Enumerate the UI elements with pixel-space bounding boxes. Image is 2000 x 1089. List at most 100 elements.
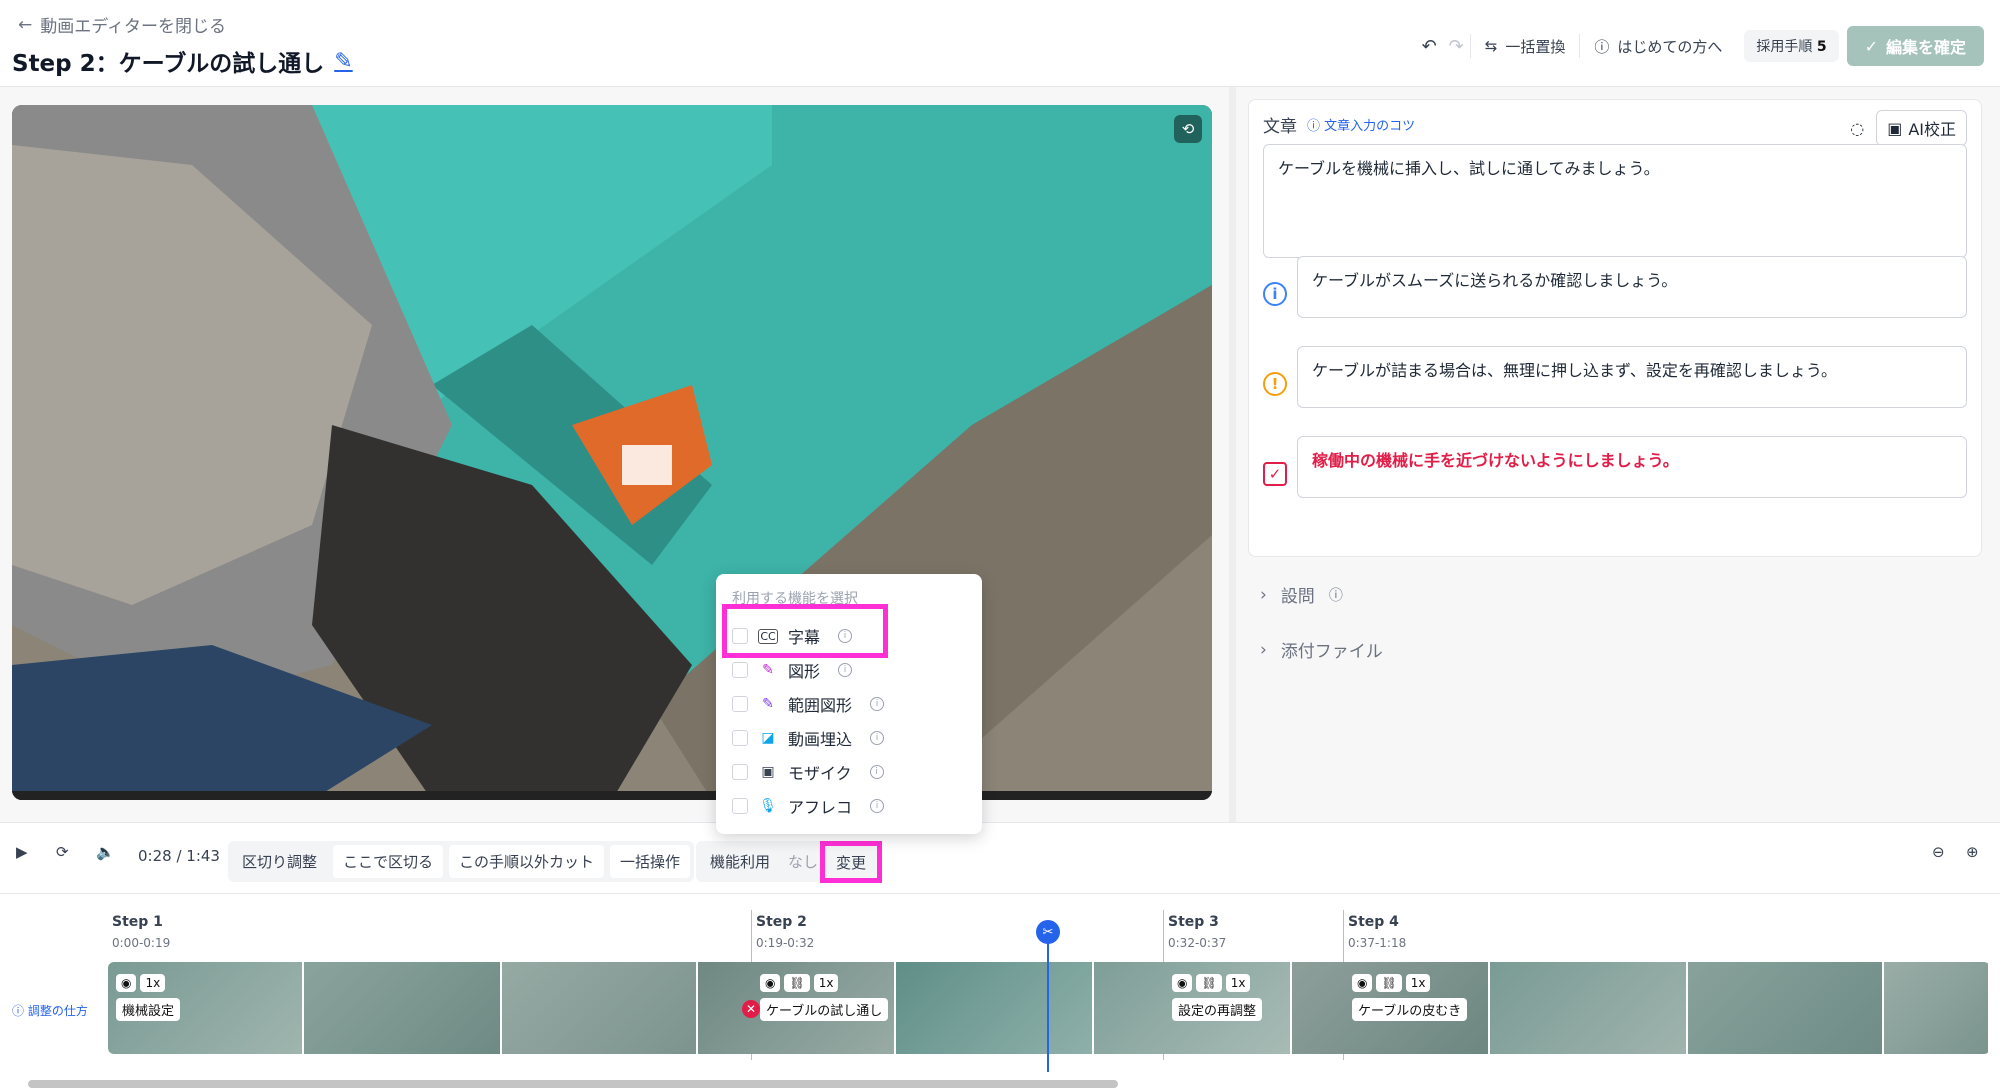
eye-icon[interactable]: ◉ — [760, 974, 781, 992]
checkbox[interactable] — [732, 798, 748, 814]
delete-split-icon[interactable]: ✕ — [742, 1000, 760, 1018]
warning-icon: ! — [1263, 372, 1287, 396]
feature-option-shape[interactable]: ✎ 図形 i — [732, 658, 853, 682]
speed-badge[interactable]: 1x — [1405, 974, 1431, 992]
warning-note-area[interactable]: ケーブルが詰まる場合は、無理に押し込まず、設定を再確認しましょう。 — [1297, 346, 1967, 408]
checkbox[interactable] — [732, 730, 748, 746]
edit-title-icon[interactable]: ✎ — [334, 49, 352, 74]
info-note-area[interactable]: ケーブルがスムーズに送られるか確認しましょう。 — [1297, 256, 1967, 318]
question-label: 設問 — [1280, 587, 1315, 607]
beginners-guide-button[interactable]: ⓘ はじめての方へ — [1580, 29, 1736, 63]
step-badges: ◉ ⛓ 1x — [760, 974, 839, 992]
option-label: モザイク — [788, 764, 852, 783]
checkbox[interactable] — [732, 696, 748, 712]
feature-option-mosaic[interactable]: ▣ モザイク i — [732, 760, 884, 784]
embed-icon: ◪ — [761, 730, 775, 746]
split-controls: 区切り調整 ここで区切る この手順以外カット 一括操作 — [228, 841, 695, 882]
speed-badge[interactable]: 1x — [140, 974, 166, 992]
close-editor-link[interactable]: ← 動画エディターを閉じる — [18, 12, 227, 38]
step-range: 0:19-0:32 — [756, 936, 815, 950]
change-feature-button[interactable]: 変更 — [820, 841, 882, 883]
step-name-chip: ケーブルの皮むき — [1352, 998, 1468, 1021]
thumbnail — [1884, 962, 1990, 1054]
speed-badge[interactable]: 1x — [1225, 974, 1251, 992]
step-range: 0:32-0:37 — [1168, 936, 1227, 950]
question-section-toggle[interactable]: › 設問 ⓘ — [1260, 582, 1343, 608]
check-icon: ✓ — [1864, 36, 1878, 56]
split-group: 区切り調整 ここで区切る この手順以外カット 一括操作 — [228, 841, 695, 882]
confirm-edit-button[interactable]: ✓ 編集を確定 — [1846, 26, 1984, 66]
thumbnail — [304, 962, 502, 1054]
zoom-in-icon: ⊕ — [1966, 843, 1979, 861]
howto-link[interactable]: ⓘ 調整の仕方 — [12, 1002, 88, 1019]
step-badges: ◉ ⛓ 1x — [1172, 974, 1251, 992]
header-toolbar: ↶ ↷ ⇆ 一括置換 ⓘ はじめての方へ 採用手順 5 ✓ 編集を確定 — [1416, 26, 1984, 66]
thumbnail — [502, 962, 698, 1054]
feature-controls: 機能利用 なし — [696, 841, 831, 882]
step-label: Step 3 — [1168, 914, 1219, 930]
scrollbar-thumb[interactable] — [28, 1080, 1118, 1088]
split-adjust-button[interactable]: 区切り調整 — [232, 845, 328, 878]
link-icon[interactable]: ⛓ — [1376, 974, 1402, 992]
step-badges: ◉ ⛓ 1x — [1352, 974, 1431, 992]
close-editor-label: 動画エディターを閉じる — [40, 17, 227, 37]
ai-proofread-button[interactable]: ▣ AI校正 — [1876, 110, 1967, 146]
ai-icon: ▣ — [1887, 118, 1903, 138]
loop-button[interactable]: ⟳ — [56, 843, 69, 861]
info-icon[interactable]: i — [870, 799, 885, 813]
time-display: 0:28 / 1:43 — [138, 847, 220, 865]
text-tips-link[interactable]: ⓘ 文章入力のコツ — [1307, 115, 1415, 134]
right-panel: 文章 ⓘ 文章入力のコツ ◌ ▣ AI校正 ケーブルを機械に挿入し、試しに通して… — [1236, 87, 2000, 822]
playhead[interactable] — [1047, 922, 1049, 1072]
bulk-ops-button[interactable]: 一括操作 — [610, 845, 691, 878]
link-icon[interactable]: ⛓ — [784, 974, 810, 992]
checkbox[interactable] — [732, 764, 748, 780]
step-name-chip: 設定の再調整 — [1172, 998, 1263, 1021]
text-card: 文章 ⓘ 文章入力のコツ ◌ ▣ AI校正 ケーブルを機械に挿入し、試しに通して… — [1248, 99, 1982, 557]
attachment-section-toggle[interactable]: › 添付ファイル — [1260, 637, 1383, 663]
info-icon[interactable]: i — [870, 731, 885, 745]
bulk-replace-button[interactable]: ⇆ 一括置換 — [1471, 29, 1580, 63]
undo-icon[interactable]: ↶ — [1416, 36, 1443, 57]
link-icon[interactable]: ⛓ — [1196, 974, 1222, 992]
tips-label: 文章入力のコツ — [1324, 119, 1416, 134]
video-player[interactable]: ⟲ — [12, 105, 1212, 800]
play-button[interactable]: ▶ — [16, 843, 28, 861]
checkbox[interactable] — [732, 662, 748, 678]
redo-icon[interactable]: ↷ — [1443, 36, 1470, 57]
info-icon[interactable]: i — [838, 663, 853, 677]
feature-option-area-shape[interactable]: ✎ 範囲図形 i — [732, 692, 885, 716]
info-icon[interactable]: i — [869, 765, 884, 779]
panel-splitter[interactable] — [1229, 87, 1236, 822]
feature-group: 機能利用 なし — [696, 841, 831, 882]
speed-badge[interactable]: 1x — [813, 974, 839, 992]
arrow-left-icon: ← — [18, 14, 33, 35]
info-icon: ⓘ — [1328, 587, 1343, 604]
howto-label: 調整の仕方 — [27, 1004, 88, 1018]
eye-icon[interactable]: ◉ — [1172, 974, 1193, 992]
video-frame — [12, 105, 1212, 800]
rotate-icon[interactable]: ⟲ — [1174, 115, 1202, 143]
ai-label: AI校正 — [1908, 120, 1956, 139]
eye-icon[interactable]: ◉ — [116, 974, 137, 992]
main-text-area[interactable]: ケーブルを機械に挿入し、試しに通してみましょう。 — [1263, 144, 1967, 258]
info-icon[interactable]: i — [870, 697, 885, 711]
mic-icon: 🎙 — [759, 798, 777, 814]
adopted-label: 採用手順 — [1756, 39, 1813, 55]
bulk-replace-label: 一括置換 — [1505, 37, 1566, 56]
danger-note-area[interactable]: 稼働中の機械に手を近づけないようにしましょう。 — [1297, 436, 1967, 498]
comment-icon[interactable]: ◌ — [1850, 119, 1864, 138]
chevron-right-icon: › — [1260, 584, 1267, 605]
feature-option-embed[interactable]: ◪ 動画埋込 i — [732, 726, 885, 750]
chevron-right-icon: › — [1260, 639, 1267, 660]
feature-option-voiceover[interactable]: 🎙 アフレコ i — [732, 794, 885, 818]
cut-others-button[interactable]: この手順以外カット — [449, 845, 605, 878]
zoom-out-button[interactable]: ⊖ — [1932, 843, 1945, 861]
thumbnail-strip[interactable]: ◉ 1x 機械設定 ◉ ⛓ 1x ケーブルの試し通し ✕ ◉ ⛓ 1x 設定の再… — [108, 962, 1990, 1054]
zoom-in-button[interactable]: ⊕ — [1966, 843, 1979, 861]
split-here-button[interactable]: ここで区切る — [333, 845, 444, 878]
scissors-icon[interactable]: ✂ — [1036, 920, 1060, 944]
eye-icon[interactable]: ◉ — [1352, 974, 1373, 992]
volume-button[interactable]: 🔈 — [96, 843, 115, 861]
ai-tools: ◌ ▣ AI校正 — [1850, 110, 1967, 146]
